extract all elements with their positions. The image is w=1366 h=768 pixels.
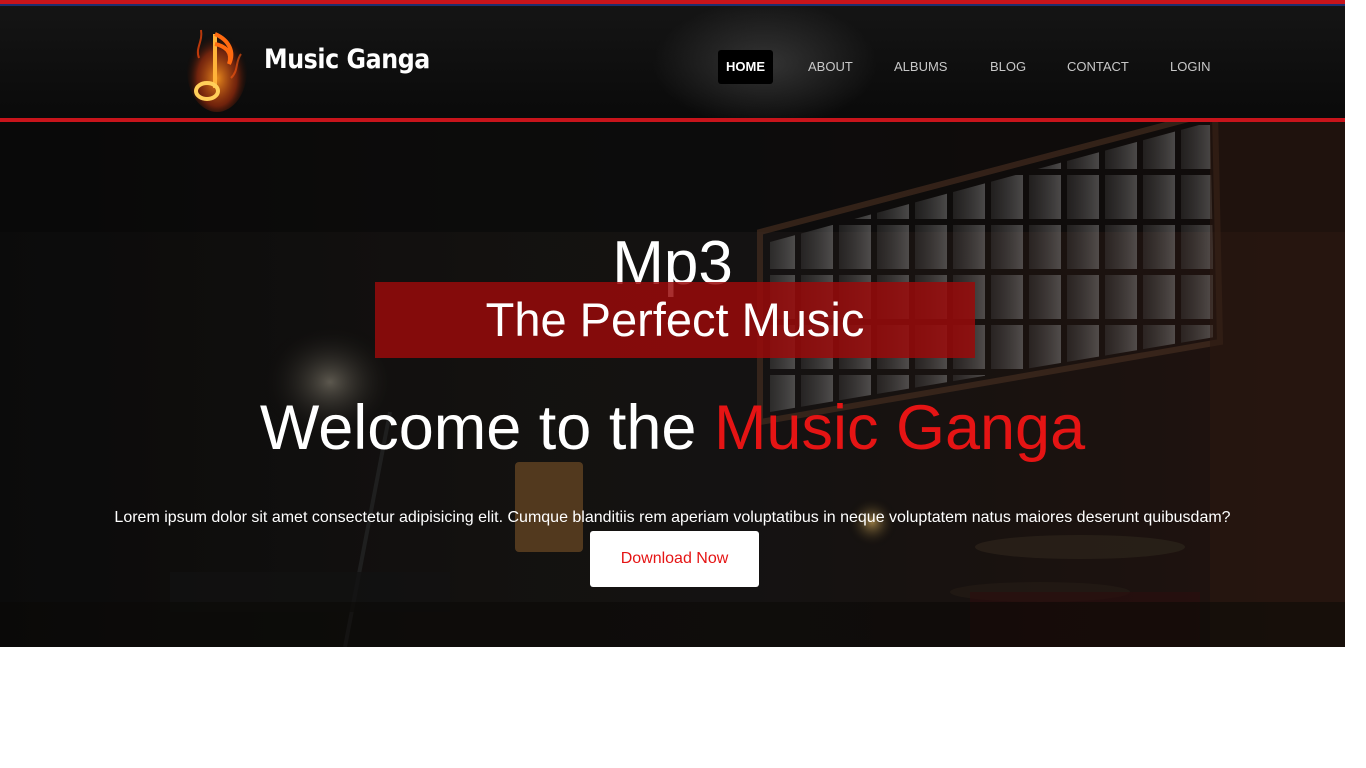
tagline-banner: The Perfect Music [375,282,975,358]
welcome-accent: Music Ganga [713,393,1086,463]
nav-about[interactable]: ABOUT [808,50,853,84]
nav-blog[interactable]: BLOG [990,50,1026,84]
download-now-button[interactable]: Download Now [590,531,759,587]
tagline-text: The Perfect Music [485,293,865,346]
hero-description: Lorem ipsum dolor sit amet consectetur a… [114,509,1231,526]
nav-login[interactable]: LOGIN [1170,50,1210,84]
brand-title[interactable]: Music Ganga [264,44,430,75]
welcome-prefix: Welcome to the [259,393,697,463]
nav-albums[interactable]: ALBUMS [894,50,947,84]
site-header: Music Ganga HOME ABOUT ALBUMS BLOG CONTA… [0,0,1345,122]
nav-home[interactable]: HOME [718,50,773,84]
flaming-music-note-icon[interactable] [185,18,255,112]
hero-section: Mp3 The Perfect Music Welcome to the Mus… [0,122,1345,647]
welcome-heading: Welcome to the Music Ganga [0,392,1345,464]
nav-contact[interactable]: CONTACT [1067,50,1129,84]
